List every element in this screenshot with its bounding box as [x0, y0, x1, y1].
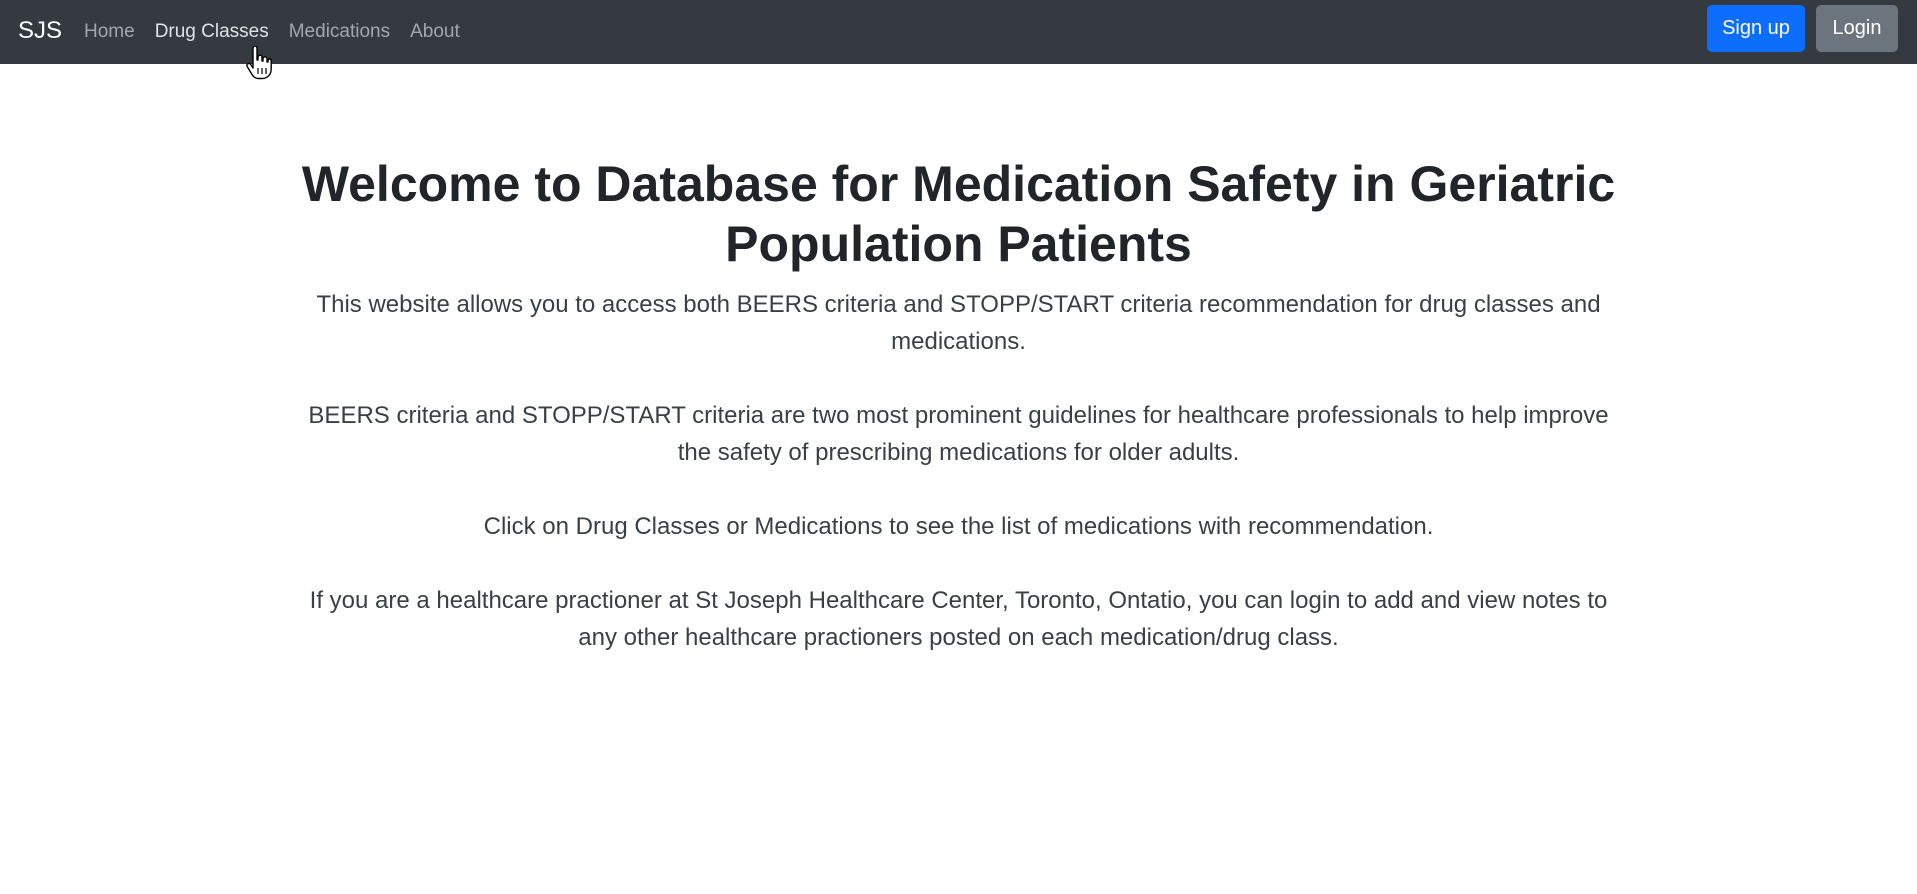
nav-link-about[interactable]: About: [400, 21, 470, 43]
top-navbar: SJS Home Drug Classes Medications About …: [0, 0, 1917, 64]
intro-paragraph: This website allows you to access both B…: [316, 291, 1601, 355]
page-title: Welcome to Database for Medication Safet…: [301, 156, 1616, 272]
nav-link-medications[interactable]: Medications: [279, 21, 400, 43]
nav-link-home[interactable]: Home: [74, 21, 145, 43]
login-info-paragraph: If you are a healthcare practioner at St…: [309, 587, 1608, 651]
hand-pointer-cursor-icon: [246, 46, 272, 80]
criteria-paragraph: BEERS criteria and STOPP/START criteria …: [308, 402, 1609, 466]
brand-logo-link[interactable]: SJS: [18, 16, 62, 46]
nav-link-drug-classes[interactable]: Drug Classes: [145, 21, 279, 43]
navigation-hint-paragraph: Click on Drug Classes or Medications to …: [483, 513, 1434, 540]
welcome-content: Welcome to Database for Medication Safet…: [0, 154, 1917, 656]
login-button[interactable]: Login: [1816, 5, 1898, 52]
signup-button[interactable]: Sign up: [1707, 5, 1805, 52]
